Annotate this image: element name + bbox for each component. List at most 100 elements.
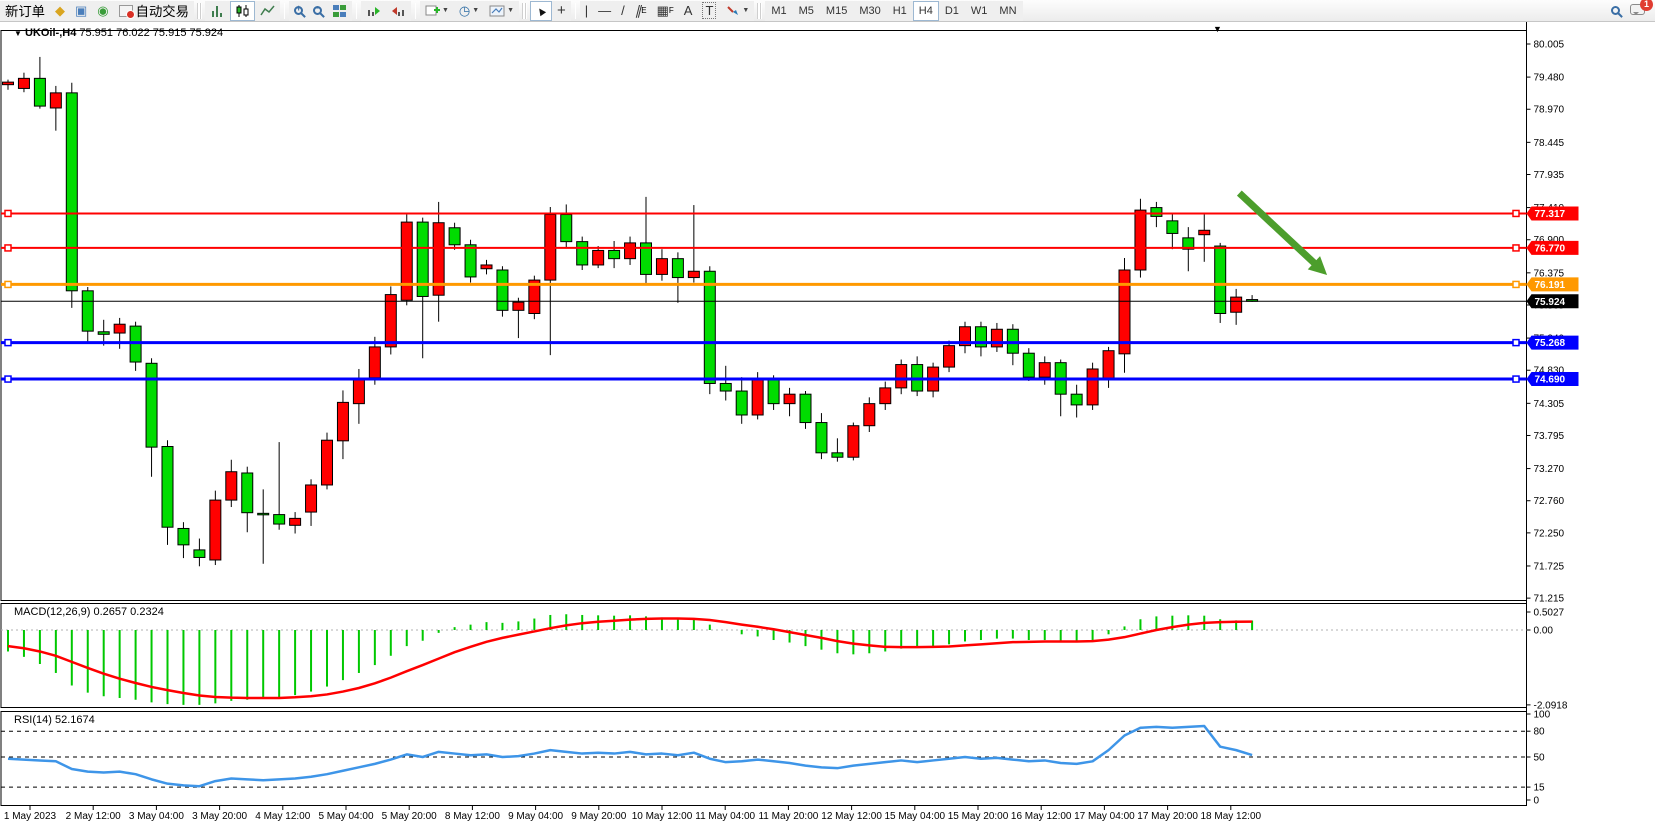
- candle-body: [50, 93, 61, 108]
- svg-text:12 May 12:00: 12 May 12:00: [821, 811, 882, 822]
- candle-body: [226, 472, 237, 500]
- svg-text:15: 15: [1534, 783, 1546, 794]
- cursor-tool-button[interactable]: ▲: [530, 1, 552, 21]
- chart-title: ▼ UKOil-,H4 75.951 76.022 75.915 75.924: [14, 27, 223, 39]
- svg-text:74.305: 74.305: [1534, 399, 1565, 410]
- svg-text:80: 80: [1534, 727, 1546, 738]
- timeframe-M5[interactable]: M5: [793, 1, 820, 21]
- line-chart-button[interactable]: [255, 1, 280, 21]
- candle-body: [593, 250, 604, 264]
- candle-body: [784, 394, 795, 403]
- tile-windows-button[interactable]: [327, 1, 352, 21]
- main-toolbar: 新订单 ◆ ▣ ◉ 自动交易 + − ▼ ◷ ▼ ▼ ▲ + | — / ∥E …: [0, 0, 1655, 22]
- chart-shift-marker[interactable]: ▼: [1213, 24, 1222, 34]
- timeframe-W1[interactable]: W1: [965, 1, 994, 21]
- signal-button[interactable]: ◉: [92, 1, 113, 21]
- candle-body: [322, 440, 333, 485]
- search-icon[interactable]: [1611, 6, 1620, 15]
- candle-body: [290, 518, 301, 525]
- svg-text:76.191: 76.191: [1535, 280, 1566, 291]
- vline-tool-button[interactable]: |: [580, 1, 593, 21]
- svg-text:72.250: 72.250: [1534, 528, 1565, 539]
- candle-body: [800, 394, 811, 422]
- svg-text:15 May 04:00: 15 May 04:00: [884, 811, 945, 822]
- chart-collapse-icon[interactable]: ▼: [14, 29, 22, 38]
- autotrade-button[interactable]: 自动交易: [114, 1, 194, 21]
- candle-body: [704, 271, 715, 383]
- price-tags: 77.31776.77076.19175.92475.26874.690: [1527, 206, 1579, 386]
- svg-text:9 May 20:00: 9 May 20:00: [571, 811, 626, 822]
- svg-text:0.00: 0.00: [1534, 626, 1554, 637]
- timeframe-H1[interactable]: H1: [887, 1, 913, 21]
- svg-text:71.725: 71.725: [1534, 561, 1565, 572]
- candle-body: [274, 515, 285, 524]
- candle-body: [258, 513, 269, 515]
- candle-body: [1151, 208, 1162, 217]
- hline-icon: —: [598, 3, 611, 18]
- candle-body: [194, 550, 205, 558]
- svg-text:80.005: 80.005: [1534, 40, 1565, 51]
- svg-text:8 May 12:00: 8 May 12:00: [445, 811, 500, 822]
- timeframe-MN[interactable]: MN: [993, 1, 1022, 21]
- ohlc-values: 75.951 76.022 75.915 75.924: [79, 27, 223, 39]
- zoom-in-button[interactable]: +: [289, 1, 308, 21]
- chart-shift-icon: [391, 4, 406, 18]
- svg-text:0: 0: [1534, 796, 1540, 807]
- candle-body: [82, 291, 93, 331]
- new-chart-button[interactable]: ▼: [420, 1, 454, 21]
- auto-scroll-button[interactable]: [361, 1, 386, 21]
- svg-text:75.924: 75.924: [1535, 297, 1566, 308]
- templates-button[interactable]: ▼: [484, 1, 519, 21]
- svg-text:76.770: 76.770: [1535, 243, 1566, 254]
- fibonacci-icon: ▦: [657, 3, 669, 19]
- candlestick-chart-button[interactable]: [230, 1, 255, 21]
- candle-body: [3, 82, 14, 85]
- text-tool-button[interactable]: A: [679, 1, 698, 21]
- timeframe-H4[interactable]: H4: [913, 1, 939, 21]
- cursor-icon: ▲: [532, 1, 550, 19]
- channel-tool-button[interactable]: ∥E: [630, 1, 652, 21]
- dropdown-caret-icon: ▼: [507, 7, 514, 14]
- svg-text:73.270: 73.270: [1534, 464, 1565, 475]
- svg-text:78.445: 78.445: [1534, 138, 1565, 149]
- candlestick-chart-icon: [235, 4, 250, 18]
- timeframe-M15[interactable]: M15: [820, 1, 853, 21]
- candle-body: [162, 447, 173, 528]
- arrows-icon: [726, 4, 740, 17]
- candle-body: [18, 78, 29, 88]
- svg-text:11 May 04:00: 11 May 04:00: [695, 811, 755, 822]
- label-tool-button[interactable]: T: [697, 1, 721, 21]
- zoom-out-button[interactable]: −: [308, 1, 327, 21]
- svg-text:71.215: 71.215: [1534, 594, 1565, 605]
- candle-body: [306, 485, 317, 512]
- timeframe-D1[interactable]: D1: [939, 1, 965, 21]
- candle-body: [98, 332, 109, 335]
- candle-body: [513, 302, 524, 310]
- market-watch-button[interactable]: ◆: [50, 1, 70, 21]
- crosshair-tool-button[interactable]: +: [552, 1, 571, 21]
- terminal-icon: ▣: [75, 3, 87, 19]
- toolbar-grip: [197, 3, 202, 19]
- hline-tool-button[interactable]: —: [593, 1, 616, 21]
- new-order-button[interactable]: 新订单: [0, 1, 50, 21]
- candle-body: [1023, 353, 1034, 377]
- timeframe-M1[interactable]: M1: [765, 1, 792, 21]
- timeframe-M30[interactable]: M30: [853, 1, 886, 21]
- price-chart[interactable]: 80.00579.48078.97078.44577.93577.41076.9…: [0, 0, 1655, 826]
- price-axis: 80.00579.48078.97078.44577.93577.41076.9…: [1527, 40, 1565, 605]
- arrows-tool-button[interactable]: ▼: [721, 1, 754, 21]
- crosshair-icon: +: [557, 2, 566, 19]
- chart-shift-button[interactable]: [386, 1, 411, 21]
- period-button[interactable]: ◷ ▼: [454, 1, 484, 21]
- candle-body: [369, 347, 380, 378]
- notifications-button[interactable]: 1: [1630, 4, 1645, 18]
- svg-text:10 May 12:00: 10 May 12:00: [632, 811, 693, 822]
- trendline-tool-button[interactable]: /: [616, 1, 630, 21]
- terminal-button[interactable]: ▣: [70, 1, 92, 21]
- fibonacci-tool-button[interactable]: ▦F: [652, 1, 679, 21]
- bar-chart-button[interactable]: [205, 1, 230, 21]
- candle-body: [337, 402, 348, 440]
- candle-body: [577, 242, 588, 265]
- candle-body: [353, 378, 364, 403]
- candle-body: [1215, 246, 1226, 313]
